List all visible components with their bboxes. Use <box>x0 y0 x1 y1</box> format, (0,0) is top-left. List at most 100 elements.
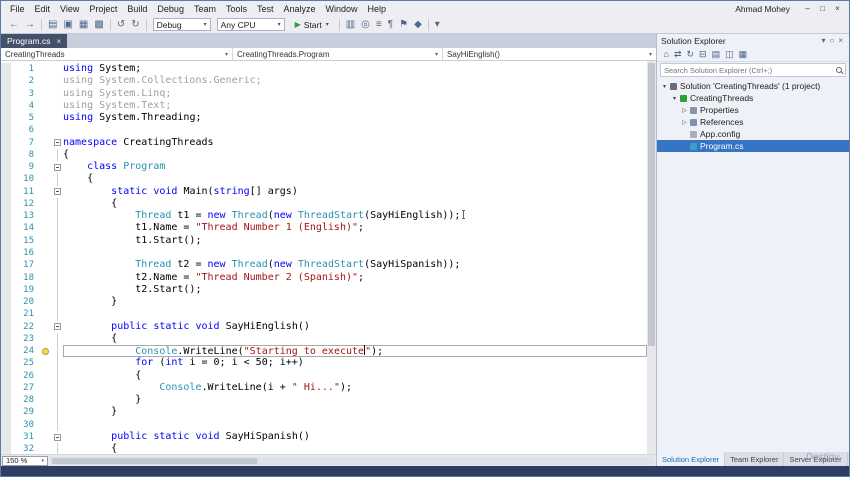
collapse-icon[interactable] <box>54 433 61 441</box>
code-line-16[interactable]: 16 <box>1 246 647 260</box>
sync-with-active-document-icon[interactable]: ⇄ <box>671 50 684 59</box>
tree-item-references[interactable]: ▷ References <box>657 116 849 128</box>
bookmark-icon[interactable]: ⚑ <box>396 19 411 30</box>
solution-configurations-dropdown[interactable]: Debug ▾ <box>152 18 211 31</box>
navigate-forward-icon[interactable]: → <box>22 19 38 30</box>
code-line-23[interactable]: 23 { <box>1 332 647 346</box>
code-line-7[interactable]: 7 namespace CreatingThreads <box>1 136 647 149</box>
minimize-button[interactable]: – <box>800 4 815 13</box>
code-line-21[interactable]: 21 <box>1 308 647 321</box>
code-line-31[interactable]: 31 public static void SayHiSpanish() <box>1 430 647 444</box>
home-icon[interactable]: ⌂ <box>661 50 671 59</box>
code-line-8[interactable]: 8{ <box>1 148 647 162</box>
save-icon[interactable]: ▦ <box>76 19 91 30</box>
code-line-30[interactable]: 30 <box>1 418 647 432</box>
find-icon[interactable]: ◎ <box>358 19 373 30</box>
next-bookmark-icon[interactable]: ◆ <box>411 19 425 30</box>
code-line-14[interactable]: 14 t1.Name = "Thread Number 1 (English)"… <box>1 222 647 235</box>
menu-team[interactable]: Team <box>189 4 221 14</box>
menu-project[interactable]: Project <box>84 4 122 14</box>
window-position-icon[interactable]: ▾ <box>819 37 827 45</box>
breadcrumb-segment-0[interactable]: CreatingThreads ▾ <box>1 48 233 60</box>
zoom-dropdown[interactable]: 150 % ▾ <box>2 455 48 466</box>
code-line-15[interactable]: 15 t1.Start(); <box>1 234 647 248</box>
code-line-17[interactable]: 17 Thread t2 = new Thread(new ThreadStar… <box>1 259 647 272</box>
collapse-icon[interactable] <box>54 323 61 331</box>
uncomment-icon[interactable]: ¶ <box>385 19 396 30</box>
code-line-13[interactable]: 13 Thread t1 = new Thread(new ThreadStar… <box>1 210 647 223</box>
code-line-28[interactable]: 28 } <box>1 394 647 407</box>
pin-icon[interactable]: ○ <box>827 37 836 45</box>
menu-help[interactable]: Help <box>363 4 392 14</box>
chevron-expanded-icon[interactable]: ▾ <box>670 95 679 102</box>
code-line-20[interactable]: 20 } <box>1 296 647 309</box>
preview-selected-items-icon[interactable]: ◫ <box>723 50 737 59</box>
open-file-icon[interactable]: ▣ <box>60 19 75 30</box>
breadcrumb-segment-1[interactable]: CreatingThreads.Program ▾ <box>233 48 443 60</box>
code-editor[interactable]: 1 using System; 2 using System.Collections.… <box>1 61 656 454</box>
code-line-24[interactable]: 24 Console.WriteLine("Starting to execut… <box>1 345 647 358</box>
start-debugging-button[interactable]: ▶ Start ▾ <box>290 17 334 32</box>
code-line-6[interactable]: 6 <box>1 124 647 137</box>
tree-item-creatingthreads[interactable]: ▾ CreatingThreads <box>657 92 849 104</box>
search-box[interactable] <box>660 63 846 77</box>
code-line-12[interactable]: 12 { <box>1 197 647 211</box>
lightbulb-icon[interactable] <box>42 347 49 355</box>
menu-analyze[interactable]: Analyze <box>279 4 321 14</box>
save-all-icon[interactable]: ▩ <box>91 19 106 30</box>
tab-program-cs[interactable]: Program.cs × <box>1 34 68 48</box>
code-line-27[interactable]: 27 Console.WriteLine(i + " Hi..."); <box>1 381 647 395</box>
menu-build[interactable]: Build <box>122 4 152 14</box>
tree-item-program-cs[interactable]: Program.cs <box>657 140 849 152</box>
code-line-18[interactable]: 18 t2.Name = "Thread Number 2 (Spanish)"… <box>1 271 647 285</box>
code-line-2[interactable]: 2 using System.Collections.Generic; <box>1 75 647 88</box>
chevron-collapsed-icon[interactable]: ▷ <box>680 119 689 126</box>
comment-icon[interactable]: ≡ <box>373 19 385 30</box>
scrollbar-thumb[interactable] <box>52 457 258 464</box>
close-button[interactable]: × <box>830 4 845 13</box>
collapse-icon[interactable] <box>54 188 61 196</box>
tree-item-properties[interactable]: ▷ Properties <box>657 104 849 116</box>
breadcrumb-segment-2[interactable]: SayHiEnglish() ▾ <box>443 48 656 60</box>
close-icon[interactable]: × <box>836 37 845 45</box>
code-line-5[interactable]: 5 using System.Threading; <box>1 112 647 125</box>
menu-file[interactable]: File <box>5 4 30 14</box>
solution-platforms-dropdown[interactable]: Any CPU ▾ <box>216 18 285 31</box>
chevron-expanded-icon[interactable]: ▾ <box>660 83 669 90</box>
code-line-25[interactable]: 25 for (int i = 0; i < 50; i++) <box>1 357 647 370</box>
menu-view[interactable]: View <box>55 4 84 14</box>
refresh-icon[interactable]: ↻ <box>684 50 697 59</box>
collapse-icon[interactable] <box>54 139 61 147</box>
show-all-files-icon[interactable]: ▤ <box>709 50 723 59</box>
collapse-icon[interactable] <box>54 163 61 171</box>
solution-search-input[interactable] <box>664 65 833 75</box>
editor-vertical-scrollbar[interactable] <box>647 61 656 454</box>
panel-tab-solution-explorer[interactable]: Solution Explorer <box>657 452 726 466</box>
code-line-9[interactable]: 9 class Program <box>1 161 647 174</box>
build-icon[interactable]: ▥ <box>343 19 358 30</box>
collapse-all-icon[interactable]: ⊟ <box>697 50 710 59</box>
menu-tools[interactable]: Tools <box>221 4 252 14</box>
redo-icon[interactable]: ↻ <box>128 19 142 30</box>
signed-in-user[interactable]: Ahmad Mohey <box>735 4 790 14</box>
menu-test[interactable]: Test <box>252 4 279 14</box>
menu-edit[interactable]: Edit <box>30 4 56 14</box>
code-line-10[interactable]: 10 { <box>1 173 647 186</box>
editor-horizontal-scrollbar[interactable] <box>50 456 654 465</box>
toolbar-overflow-icon[interactable]: ▾ <box>432 19 443 30</box>
tree-item-app-config[interactable]: App.config <box>657 128 849 140</box>
code-line-4[interactable]: 4 using System.Text; <box>1 99 647 113</box>
properties-toolbar-icon[interactable]: ▦ <box>736 50 750 59</box>
code-line-11[interactable]: 11 static void Main(string[] args) <box>1 185 647 198</box>
close-icon[interactable]: × <box>56 37 61 46</box>
code-line-19[interactable]: 19 t2.Start(); <box>1 283 647 297</box>
panel-tab-team-explorer[interactable]: Team Explorer <box>725 452 785 466</box>
tree-item-solution-creatingthreads-1-project[interactable]: ▾ Solution 'CreatingThreads' (1 project) <box>657 80 849 92</box>
menu-debug[interactable]: Debug <box>152 4 189 14</box>
code-line-29[interactable]: 29 } <box>1 406 647 419</box>
code-line-1[interactable]: 1 using System; <box>1 63 647 76</box>
code-line-26[interactable]: 26 { <box>1 369 647 383</box>
code-line-32[interactable]: 32 { <box>1 443 647 454</box>
chevron-collapsed-icon[interactable]: ▷ <box>680 107 689 114</box>
undo-icon[interactable]: ↺ <box>114 19 128 30</box>
